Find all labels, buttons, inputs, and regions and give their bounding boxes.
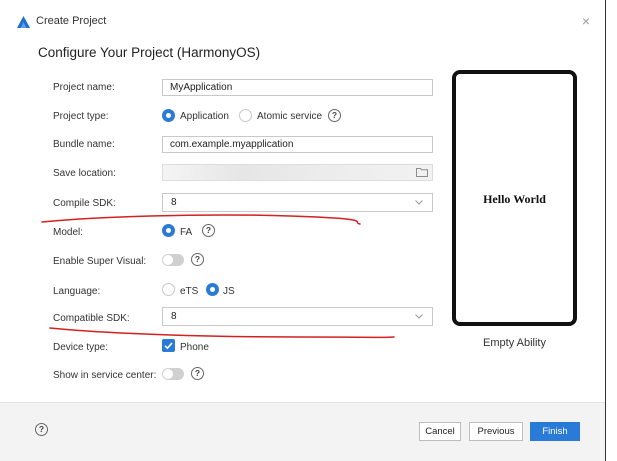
compile-sdk-select[interactable]: 8 — [162, 193, 433, 212]
page-title: Configure Your Project (HarmonyOS) — [38, 45, 261, 60]
model-help-icon[interactable]: ? — [202, 224, 215, 237]
project-name-label: Project name: — [53, 82, 115, 93]
project-type-help-icon[interactable]: ? — [328, 109, 341, 122]
super-visual-toggle[interactable] — [162, 254, 184, 266]
radio-fa-label: FA — [180, 227, 193, 238]
project-type-label: Project type: — [53, 111, 109, 122]
bundle-name-input[interactable] — [162, 136, 433, 153]
service-center-help-icon[interactable]: ? — [191, 367, 204, 380]
radio-js[interactable] — [206, 283, 219, 296]
radio-fa[interactable] — [162, 224, 175, 237]
phone-checkbox-label: Phone — [180, 342, 209, 353]
create-project-dialog: Create Project × Configure Your Project … — [0, 0, 606, 461]
compile-sdk-value: 8 — [171, 197, 177, 208]
model-label: Model: — [53, 227, 84, 238]
radio-application-label: Application — [180, 111, 229, 122]
finish-button[interactable]: Finish — [530, 422, 580, 441]
radio-ets[interactable] — [162, 283, 175, 296]
dialog-help-icon[interactable]: ? — [35, 423, 48, 436]
radio-js-label: JS — [223, 286, 235, 297]
template-preview: Hello World — [452, 70, 577, 326]
compatible-sdk-select[interactable]: 8 — [162, 307, 433, 326]
save-location-input[interactable] — [162, 164, 433, 181]
title-bar: Create Project × — [0, 0, 605, 44]
compatible-sdk-value: 8 — [171, 311, 177, 322]
radio-atomic-service-label: Atomic service — [257, 111, 323, 122]
radio-atomic-service[interactable] — [239, 109, 252, 122]
project-name-input[interactable] — [162, 79, 433, 96]
service-center-label: Show in service center: — [53, 370, 157, 381]
close-icon[interactable]: × — [578, 13, 594, 29]
compatible-sdk-label: Compatible SDK: — [53, 313, 130, 324]
radio-ets-label: eTS — [180, 286, 199, 297]
super-visual-help-icon[interactable]: ? — [191, 253, 204, 266]
save-location-label: Save location: — [53, 168, 116, 179]
template-name: Empty Ability — [483, 337, 546, 349]
service-center-toggle[interactable] — [162, 368, 184, 380]
chevron-down-icon — [415, 314, 423, 319]
harmony-logo-icon — [17, 16, 30, 28]
checkmark-icon — [164, 342, 173, 350]
bundle-name-label: Bundle name: — [53, 139, 115, 150]
dialog-footer: ? Cancel Previous Finish — [0, 402, 605, 461]
device-type-label: Device type: — [53, 342, 109, 353]
phone-checkbox[interactable] — [162, 339, 175, 352]
folder-icon[interactable] — [416, 167, 428, 177]
super-visual-label: Enable Super Visual: — [53, 256, 147, 267]
compile-sdk-label: Compile SDK: — [53, 198, 116, 209]
preview-hello-text: Hello World — [483, 192, 546, 206]
chevron-down-icon — [415, 200, 423, 205]
cancel-button[interactable]: Cancel — [419, 422, 461, 441]
previous-button[interactable]: Previous — [469, 422, 523, 441]
window-title: Create Project — [36, 15, 107, 27]
language-label: Language: — [53, 286, 101, 297]
radio-application[interactable] — [162, 109, 175, 122]
